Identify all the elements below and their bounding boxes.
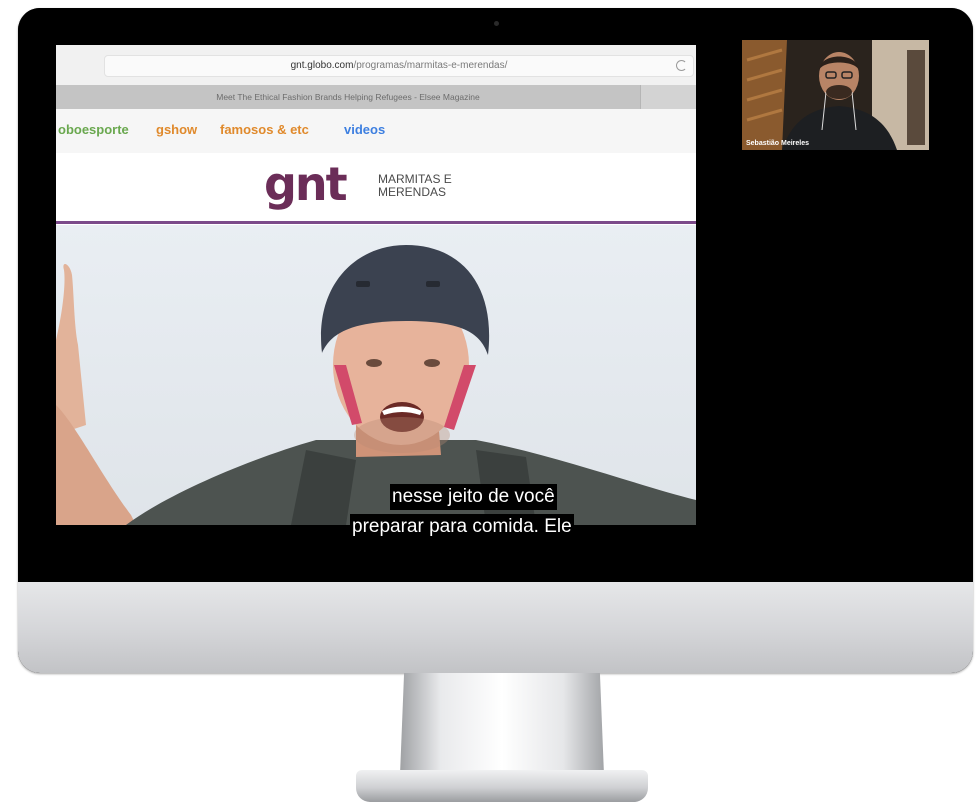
subtitle-overlay: nesse jeito de você preparar para comida… bbox=[56, 482, 696, 552]
header-divider bbox=[56, 221, 696, 224]
participant-video-tile[interactable]: Sebastião Meireles bbox=[742, 40, 929, 150]
nav-link-famosos[interactable]: famosos & etc bbox=[220, 122, 309, 137]
monitor-stand bbox=[400, 673, 604, 775]
subtitle-line-2: preparar para comida. Ele bbox=[350, 514, 574, 540]
webcam-icon bbox=[494, 21, 499, 26]
site-nav: oboesporte gshow famosos & etc videos bbox=[56, 109, 696, 153]
nav-link-gshow[interactable]: gshow bbox=[156, 122, 197, 137]
browser-toolbar: gnt.globo.com/programas/marmitas-e-meren… bbox=[56, 45, 696, 85]
reload-icon[interactable] bbox=[676, 60, 687, 71]
tab-bar: Meet The Ethical Fashion Brands Helping … bbox=[56, 85, 696, 109]
monitor-chin bbox=[18, 582, 973, 673]
participant-name: Sebastião Meireles bbox=[746, 140, 810, 147]
address-bar[interactable]: gnt.globo.com/programas/marmitas-e-meren… bbox=[104, 55, 694, 77]
nav-link-videos[interactable]: videos bbox=[344, 122, 385, 137]
subtitle-line-1: nesse jeito de você bbox=[390, 484, 557, 510]
browser-tab[interactable]: Meet The Ethical Fashion Brands Helping … bbox=[56, 85, 641, 109]
gnt-logo[interactable]: gnt bbox=[264, 157, 348, 211]
program-title: MARMITAS E MERENDAS bbox=[378, 173, 488, 199]
participant-webcam-feed bbox=[742, 40, 929, 150]
shared-browser-window: gnt.globo.com/programas/marmitas-e-meren… bbox=[56, 45, 696, 525]
program-title-line2: MERENDAS bbox=[378, 185, 447, 199]
brand-header: gnt MARMITAS E MERENDAS bbox=[56, 153, 696, 219]
video-frame bbox=[56, 245, 696, 525]
url-host: gnt.globo.com bbox=[290, 60, 354, 71]
video-player[interactable] bbox=[56, 225, 696, 525]
nav-link-globoesporte[interactable]: oboesporte bbox=[58, 122, 129, 137]
monitor-stand-base bbox=[356, 770, 648, 802]
url-path: /programas/marmitas-e-merendas/ bbox=[353, 60, 508, 71]
